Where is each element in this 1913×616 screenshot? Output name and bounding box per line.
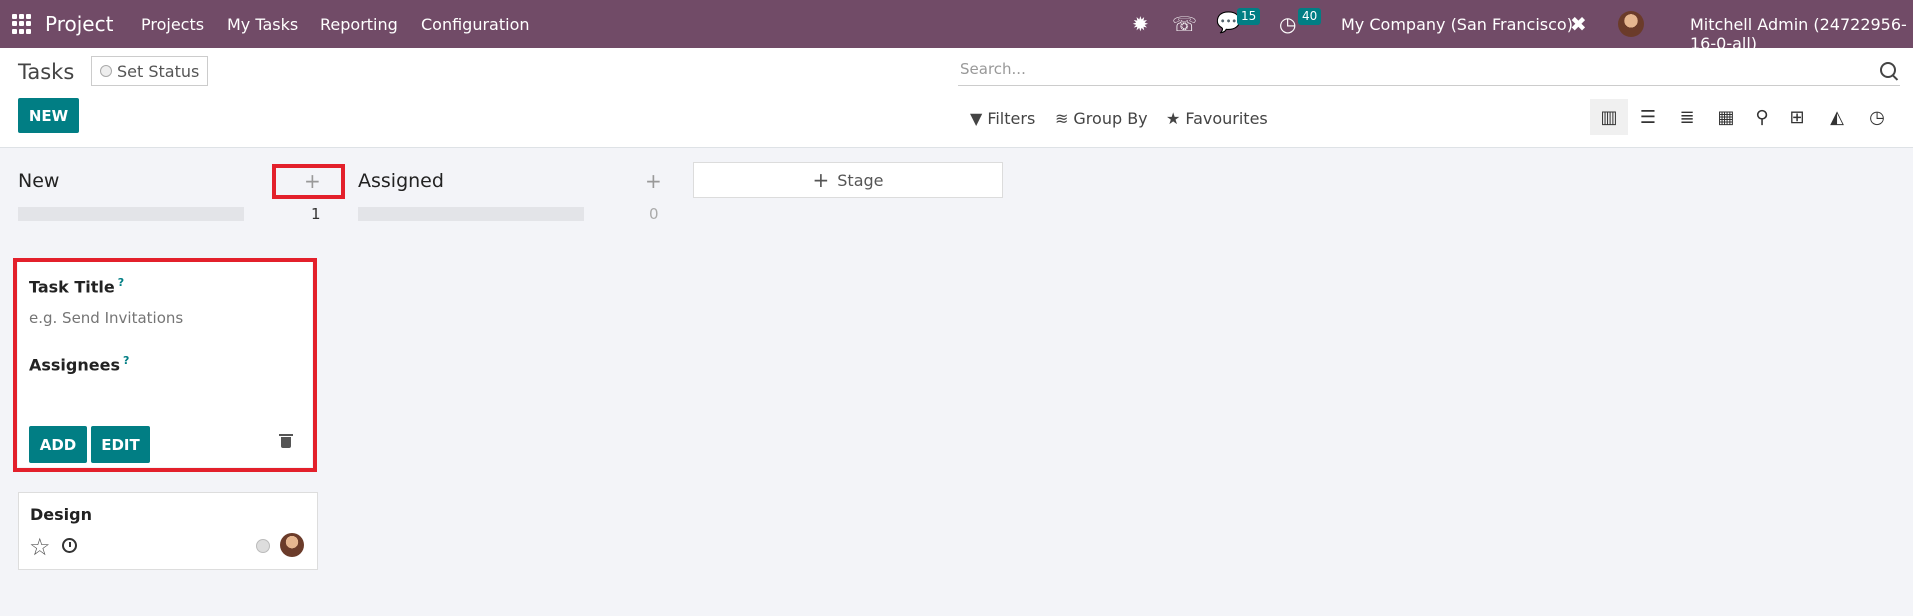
activity-clock-icon[interactable] [62,538,77,553]
column-title-new[interactable]: New [18,170,59,192]
column-new-plus-icon[interactable]: + [304,171,321,191]
column-title-assigned[interactable]: Assigned [358,170,444,192]
search-bar[interactable]: Search... [958,58,1900,86]
task-card-title: Design [30,505,92,524]
assignees-input[interactable] [29,382,299,406]
view-list-icon[interactable]: ☰ [1629,99,1667,135]
task-card[interactable]: Design ☆ [18,492,318,570]
view-activity-icon[interactable]: ◷ [1858,99,1896,135]
set-status-button[interactable]: Set Status [91,56,209,86]
apps-menu-icon[interactable] [12,14,32,34]
view-gantt-icon[interactable]: ≣ [1668,99,1706,135]
company-switcher[interactable]: My Company (San Francisco) [1341,15,1573,34]
user-avatar[interactable] [1618,11,1644,37]
star-icon[interactable]: ☆ [29,535,51,559]
control-panel: Tasks Set Status NEW Search... ▼ Filters… [0,48,1913,148]
status-circle-icon [100,65,112,77]
filter-icon: ▼ [970,109,983,128]
assignees-label: Assignees? [29,354,130,375]
help-icon[interactable]: ? [118,276,124,289]
new-button[interactable]: NEW [18,98,79,133]
view-map-icon[interactable]: ⚲ [1743,99,1781,135]
clock-icon[interactable]: ◷ [1279,12,1296,36]
favourites-label: Favourites [1185,109,1268,128]
column-assigned-progress-bar [358,207,584,221]
view-calendar-icon[interactable]: ▦ [1707,99,1745,135]
view-pivot-icon[interactable]: ⊞ [1778,99,1816,135]
column-assigned-count: 0 [649,205,659,223]
help-icon[interactable]: ? [123,354,129,367]
plus-icon: + [812,168,830,192]
add-button[interactable]: ADD [29,426,87,463]
trash-icon[interactable] [279,434,293,448]
tools-icon[interactable]: ✖ [1570,12,1587,36]
app-brand[interactable]: Project [45,12,113,36]
group-by-button[interactable]: ≋ Group By [1055,109,1148,128]
activities-badge: 40 [1298,8,1322,25]
task-title-input[interactable] [29,309,299,327]
top-navbar: Project Projects My Tasks Reporting Conf… [0,0,1913,53]
layers-icon: ≋ [1055,109,1069,128]
filters-button[interactable]: ▼ Filters [970,109,1035,128]
column-assigned-plus-icon[interactable]: + [645,171,662,191]
status-dot[interactable] [256,539,270,553]
menu-configuration[interactable]: Configuration [421,15,530,34]
set-status-label: Set Status [117,61,200,81]
column-new-progress-bar [18,207,244,221]
task-title-label: Task Title? [29,276,125,297]
search-input[interactable]: Search... [960,60,1026,78]
assignee-avatar[interactable] [280,533,304,557]
search-icon[interactable] [1880,62,1896,78]
column-new-count: 1 [311,205,321,223]
quick-create-form: Task Title? Assignees? ADD EDIT [18,262,312,467]
view-kanban-icon[interactable]: ▥ [1590,99,1628,135]
add-stage-button[interactable]: + Stage [693,162,1003,198]
menu-my-tasks[interactable]: My Tasks [227,15,298,34]
filters-label: Filters [987,109,1036,128]
phone-icon[interactable]: ☏ [1172,12,1197,36]
messages-badge: 15 [1237,8,1261,25]
add-stage-label: Stage [837,170,884,190]
debug-icon[interactable]: ✹ [1132,12,1149,36]
star-icon: ★ [1166,109,1181,128]
favourites-button[interactable]: ★ Favourites [1166,109,1268,128]
view-graph-icon[interactable]: ◭ [1818,99,1856,135]
menu-projects[interactable]: Projects [141,15,204,34]
group-by-label: Group By [1073,109,1148,128]
page-title: Tasks [18,60,75,84]
edit-button[interactable]: EDIT [91,426,150,463]
menu-reporting[interactable]: Reporting [320,15,398,34]
